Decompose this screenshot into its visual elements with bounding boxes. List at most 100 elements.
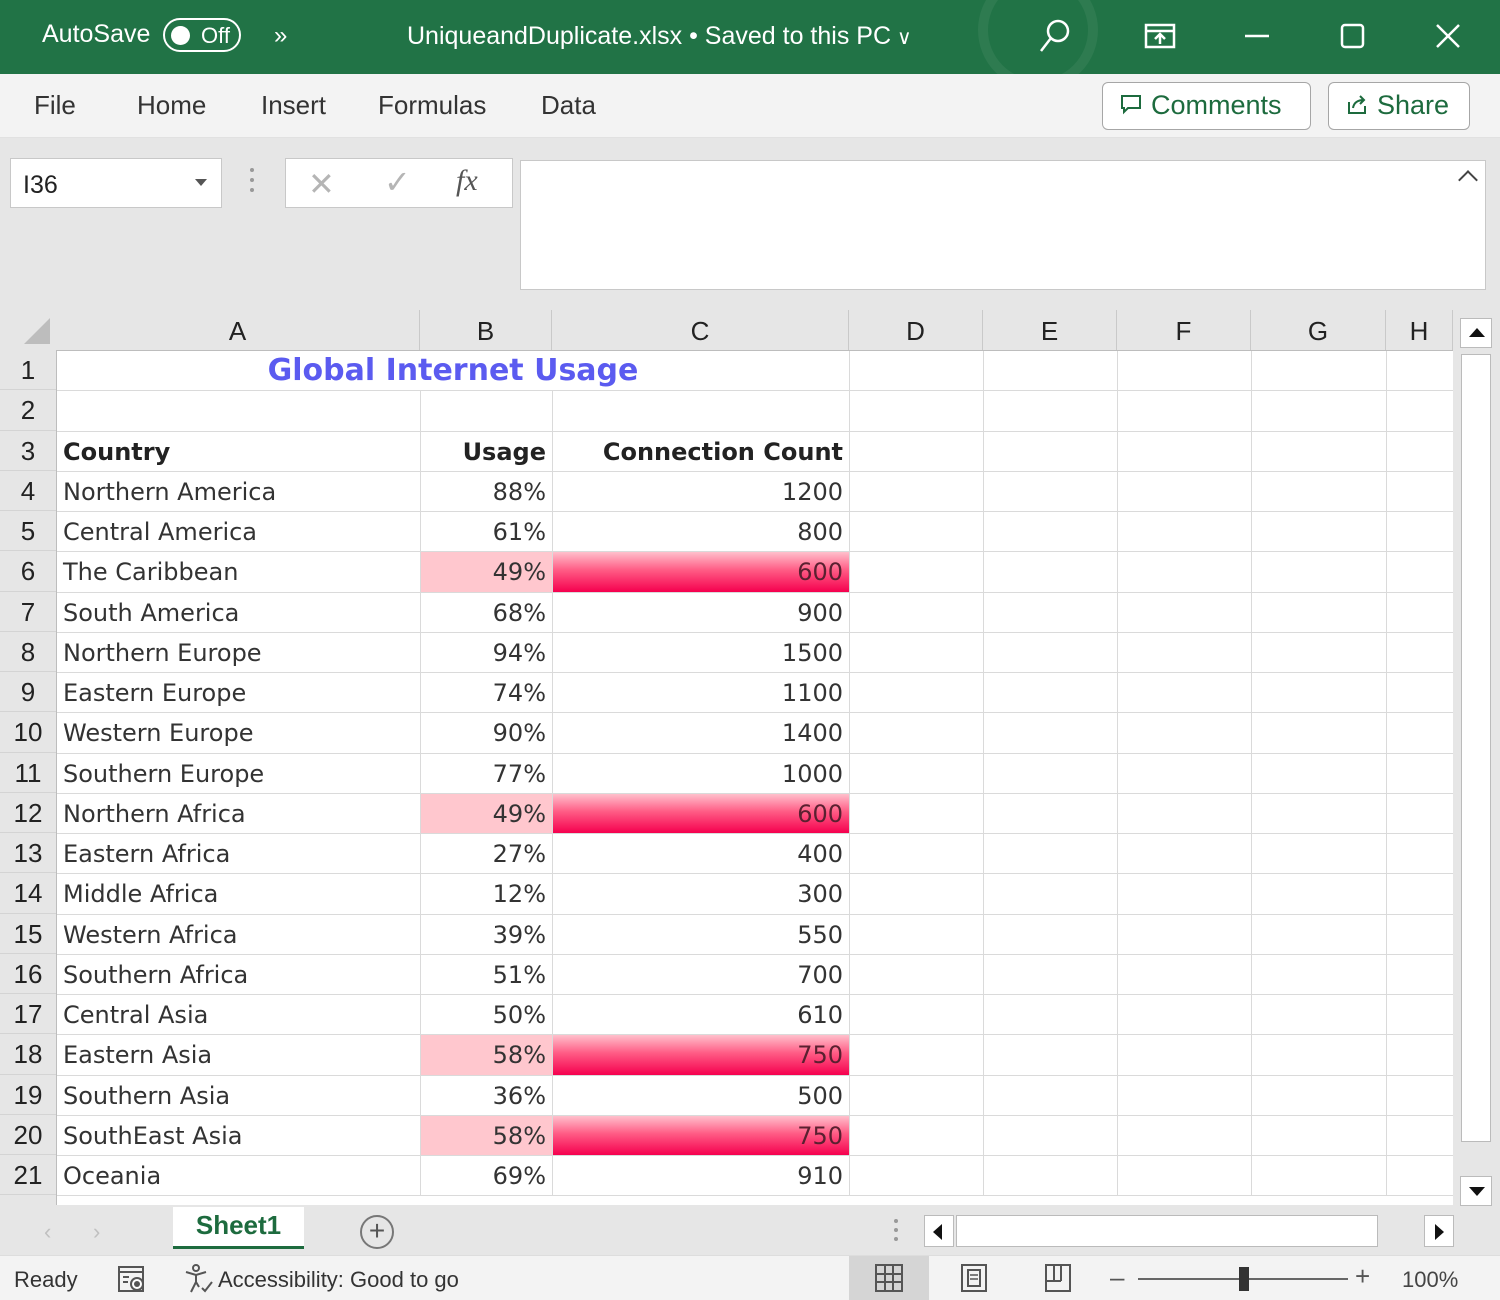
formula-bar-resize-handle[interactable] — [250, 168, 256, 198]
cell-g17[interactable] — [1252, 995, 1387, 1036]
row-header-8[interactable]: 8 — [0, 631, 56, 672]
column-header-a[interactable]: A — [56, 310, 420, 350]
cell-f4[interactable] — [1118, 471, 1252, 512]
cell-f20[interactable] — [1118, 1115, 1252, 1156]
cell-connection-count[interactable]: 600 — [553, 552, 850, 593]
scroll-right-button[interactable] — [1424, 1215, 1454, 1247]
cell-e17[interactable] — [984, 995, 1118, 1036]
cell-f9[interactable] — [1118, 673, 1252, 714]
cell-d12[interactable] — [850, 793, 984, 834]
cell-g8[interactable] — [1252, 632, 1387, 673]
select-all-button[interactable] — [0, 310, 56, 350]
scroll-left-button[interactable] — [924, 1215, 954, 1247]
vertical-scroll-thumb[interactable] — [1461, 354, 1491, 1142]
cell-f16[interactable] — [1118, 954, 1252, 995]
cell-e3[interactable] — [984, 431, 1118, 472]
cell-h16[interactable] — [1387, 955, 1453, 995]
cell-g18[interactable] — [1252, 1035, 1387, 1076]
cell-d17[interactable] — [850, 995, 984, 1036]
cell-f8[interactable] — [1118, 632, 1252, 673]
cell-d4[interactable] — [850, 471, 984, 512]
row-header-3[interactable]: 3 — [0, 430, 56, 471]
cell-f11[interactable] — [1118, 753, 1252, 794]
cell-g1[interactable] — [1252, 351, 1387, 392]
cell-d8[interactable] — [850, 632, 984, 673]
cell-e10[interactable] — [984, 713, 1118, 754]
cell-country[interactable]: The Caribbean — [57, 552, 421, 593]
cell-connection-count[interactable]: 1400 — [553, 713, 850, 754]
cell-g19[interactable] — [1252, 1075, 1387, 1116]
row-header-15[interactable]: 15 — [0, 913, 56, 954]
zoom-out-button[interactable]: – — [1110, 1262, 1124, 1293]
cell-country[interactable]: Northern Europe — [57, 632, 421, 673]
cell-h14[interactable] — [1387, 874, 1453, 915]
cell-country[interactable]: Northern America — [57, 471, 421, 512]
comments-button[interactable]: Comments — [1102, 82, 1311, 130]
cell-usage[interactable]: 90% — [421, 713, 553, 754]
cell-connection-count[interactable]: 800 — [553, 512, 850, 553]
row-header-20[interactable]: 20 — [0, 1114, 56, 1155]
enter-icon[interactable]: ✓ — [384, 163, 411, 201]
cell-connection-count[interactable]: 1200 — [553, 471, 850, 512]
cell-g20[interactable] — [1252, 1115, 1387, 1156]
cell-g14[interactable] — [1252, 874, 1387, 915]
cell-d11[interactable] — [850, 753, 984, 794]
cell-f5[interactable] — [1118, 512, 1252, 553]
row-header-11[interactable]: 11 — [0, 752, 56, 793]
cancel-icon[interactable]: ✕ — [308, 165, 335, 203]
cell-d19[interactable] — [850, 1075, 984, 1116]
cell-f12[interactable] — [1118, 793, 1252, 834]
cell-g13[interactable] — [1252, 834, 1387, 875]
maximize-icon[interactable] — [1332, 16, 1372, 56]
column-header-b[interactable]: B — [420, 310, 552, 350]
cell-h11[interactable] — [1387, 754, 1453, 794]
cell-c2[interactable] — [553, 391, 850, 432]
sheet-tab-sheet1[interactable]: Sheet1 — [173, 1207, 304, 1249]
cell-e5[interactable] — [984, 512, 1118, 553]
cell-area[interactable]: Country Usage Connection Count Northern Ame… — [56, 350, 1453, 1205]
cell-usage[interactable]: 58% — [421, 1115, 553, 1156]
document-title[interactable]: UniqueandDuplicate.xlsx • Saved to this … — [407, 22, 912, 51]
cell-f17[interactable] — [1118, 995, 1252, 1036]
cell-usage[interactable]: 39% — [421, 914, 553, 955]
header-connection-count[interactable]: Connection Count — [553, 431, 850, 472]
cell-connection-count[interactable]: 1100 — [553, 673, 850, 714]
header-usage[interactable]: Usage — [421, 431, 553, 472]
cell-d6[interactable] — [850, 552, 984, 593]
cell-f15[interactable] — [1118, 914, 1252, 955]
cell-country[interactable]: Western Africa — [57, 914, 421, 955]
cell-g15[interactable] — [1252, 914, 1387, 955]
cell-country[interactable]: Eastern Europe — [57, 673, 421, 714]
cell-usage[interactable]: 36% — [421, 1075, 553, 1116]
cell-g5[interactable] — [1252, 512, 1387, 553]
tab-split-handle[interactable] — [894, 1219, 898, 1246]
row-header-13[interactable]: 13 — [0, 833, 56, 874]
cell-e11[interactable] — [984, 753, 1118, 794]
cell-usage[interactable]: 49% — [421, 793, 553, 834]
cell-g3[interactable] — [1252, 431, 1387, 472]
cell-e16[interactable] — [984, 954, 1118, 995]
name-box[interactable]: I36 — [10, 158, 222, 208]
row-header-10[interactable]: 10 — [0, 712, 56, 753]
cell-h13[interactable] — [1387, 834, 1453, 875]
cell-h18[interactable] — [1387, 1035, 1453, 1076]
cell-e4[interactable] — [984, 471, 1118, 512]
row-header-7[interactable]: 7 — [0, 591, 56, 632]
cell-f6[interactable] — [1118, 552, 1252, 593]
row-header-2[interactable]: 2 — [0, 390, 56, 431]
cell-d7[interactable] — [850, 592, 984, 633]
cell-e6[interactable] — [984, 552, 1118, 593]
cell-country[interactable]: Central America — [57, 512, 421, 553]
cell-country[interactable]: Eastern Asia — [57, 1035, 421, 1076]
cell-d21[interactable] — [850, 1156, 984, 1197]
row-header-17[interactable]: 17 — [0, 994, 56, 1035]
accessibility-icon[interactable] — [182, 1262, 216, 1296]
column-header-d[interactable]: D — [849, 310, 983, 350]
quick-access-more-button[interactable]: » — [274, 22, 287, 50]
cell-usage[interactable]: 69% — [421, 1156, 553, 1197]
add-sheet-button[interactable]: + — [360, 1215, 394, 1249]
cell-connection-count[interactable]: 300 — [553, 874, 850, 915]
cell-country[interactable]: South America — [57, 592, 421, 633]
cell-f3[interactable] — [1118, 431, 1252, 472]
cell-e20[interactable] — [984, 1115, 1118, 1156]
